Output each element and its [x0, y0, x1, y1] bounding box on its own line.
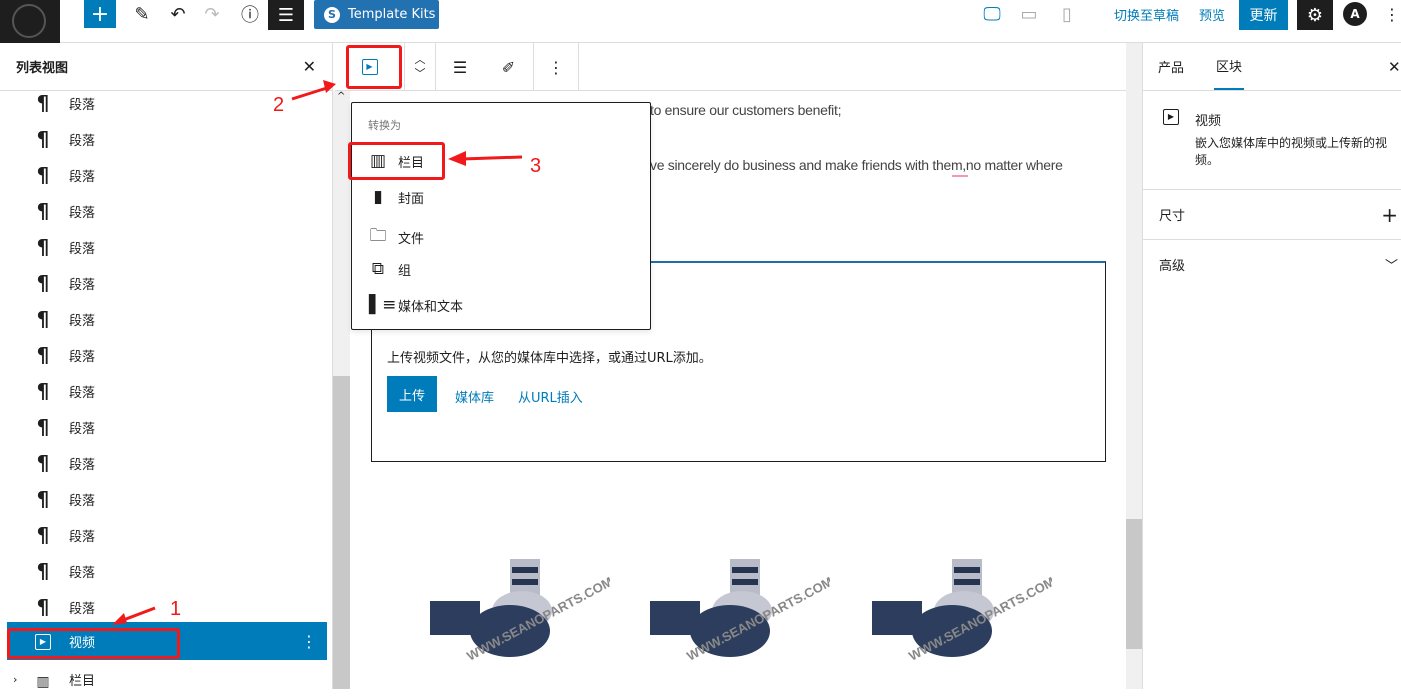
annotation-label-1: 1	[170, 598, 182, 620]
annotation-label-3: 3	[530, 155, 542, 177]
annotation-label-2: 2	[273, 94, 285, 116]
annotation-arrows	[112, 80, 523, 625]
